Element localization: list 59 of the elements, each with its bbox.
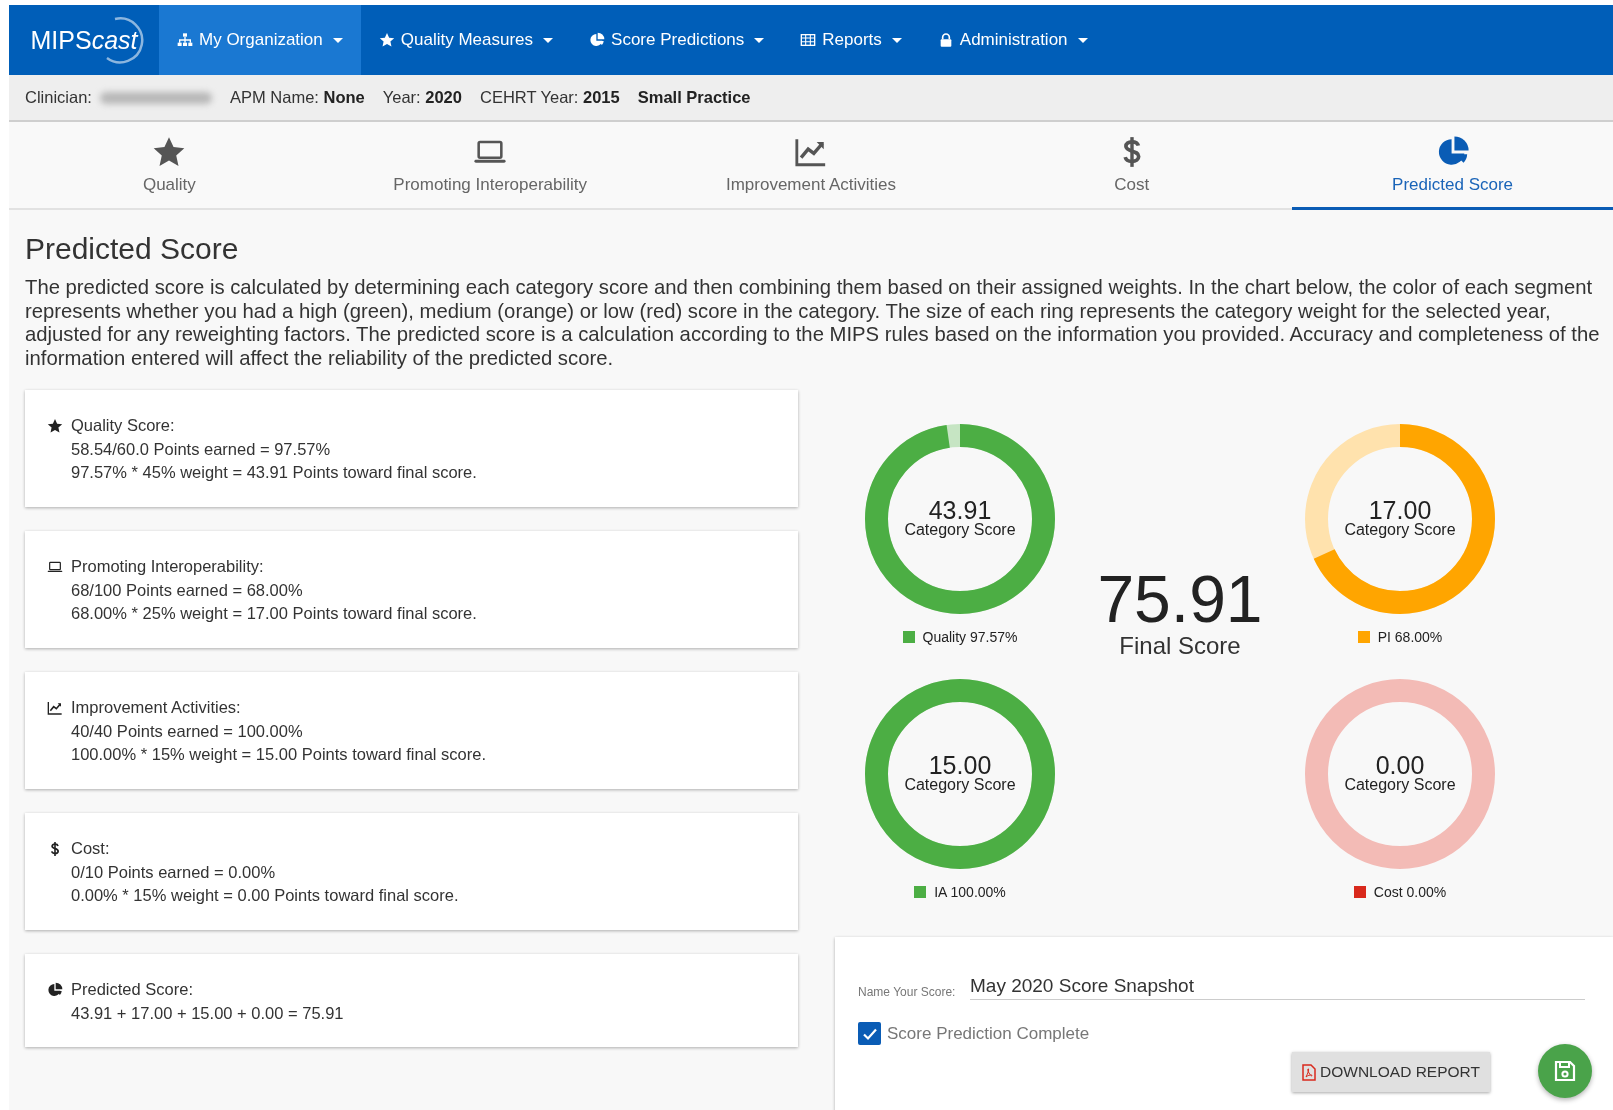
category-tab[interactable]: Improvement Activities [650,122,972,210]
card-line: 58.54/60.0 Points earned = 97.57% [70,438,332,460]
star-icon [378,32,395,48]
card-line: 68/100 Points earned = 68.00% [70,579,304,601]
nav-menu-item[interactable]: Administration [919,5,1106,75]
legend-label: Cost 0.00% [1373,884,1447,900]
category-score-value: 43.91 [928,499,992,521]
score-name-field[interactable]: May 2020 Score Snapshot [970,975,1585,1000]
nav-menu-item[interactable]: Score Predictions [571,5,783,75]
category-tab[interactable]: Promoting Interoperability [329,122,651,210]
category-score-value: 0.00 [1375,754,1425,776]
practice-size: Small Practice [637,88,751,107]
final-score-label: Final Score [1119,632,1241,660]
checkbox[interactable] [858,1022,881,1045]
info-item: CEHRT Year: 2015 [479,88,620,107]
card-line: 0/10 Points earned = 0.00% [70,861,277,883]
nav-menu-item[interactable]: Quality Measures [360,5,572,75]
clinician-label: Clinician: [25,88,92,107]
line-chart-icon [47,699,63,716]
sitemap-icon [177,32,193,48]
info-item: Year: 2020 [382,88,462,107]
page-heading: Predicted Score [25,232,240,266]
nav-menu-item[interactable]: My Organization [159,5,361,75]
category-score-caption: Category Score [904,776,1016,794]
logo[interactable]: MIPScast [30,25,138,55]
checkbox-label: Score Prediction Complete [887,1023,1090,1044]
legend-label: IA 100.00% [934,884,1006,900]
category-tab[interactable]: Cost [971,122,1293,210]
pdf-file-icon [1302,1063,1317,1081]
card-title: Improvement Activities: [71,697,241,718]
final-score-value: 75.91 [1097,566,1263,632]
save-button[interactable] [1538,1044,1592,1098]
nav-menu-item[interactable]: Reports [782,5,920,75]
table-icon [800,32,817,48]
card-line: 0.00% * 15% weight = 0.00 Points toward final score. [70,885,460,906]
download-report-button[interactable]: DOWNLOAD REPORT [1292,1052,1490,1092]
card-title: Promoting Interoperability: [71,556,264,577]
card-line: 100.00% * 15% weight = 15.00 Points toward final score. [70,744,488,765]
legend-label: Quality 97.57% [922,629,1018,645]
category-score-caption: Category Score [1344,776,1456,794]
card-line: 40/40 Points earned = 100.00% [70,720,304,742]
description-paragraph: The predicted score is calculated by determining each category score and then combining them based on their assigned weights. In the chart below, the color of each segment represents whether you had a high (green), medium (orange) or low (red) score in the category. The size of each ring represents the category weight for the selected year, adjusted for any reweighting factors. The predicted score is a calculation according to the MIPS rules based on the information you provided. Accuracy and completeness of the information entered will affect the reliability of the predicted score. [25,276,1601,370]
category-score-caption: Category Score [1344,521,1456,539]
legend-label: PI 68.00% [1377,629,1443,645]
star-icon [47,417,63,434]
category-score-value: 15.00 [928,754,992,776]
card-title: Quality Score: [71,415,175,436]
category-tab[interactable]: Quality [9,122,330,210]
pie-chart-icon [47,981,63,998]
pie-chart-icon [589,32,606,48]
info-item: APM Name: None [229,88,365,107]
category-score-value: 17.00 [1368,499,1432,521]
card-line: 43.91 + 17.00 + 15.00 + 0.00 = 75.91 [70,1002,345,1024]
card-line: 97.57% * 45% weight = 43.91 Points toward final score. [70,462,478,483]
card-line: 68.00% * 25% weight = 17.00 Points toward final score. [70,603,478,624]
card-title: Cost: [71,838,110,859]
category-score-caption: Category Score [904,521,1016,539]
card-title: Predicted Score: [71,979,193,1000]
field-label: Name Your Score: [858,986,956,998]
